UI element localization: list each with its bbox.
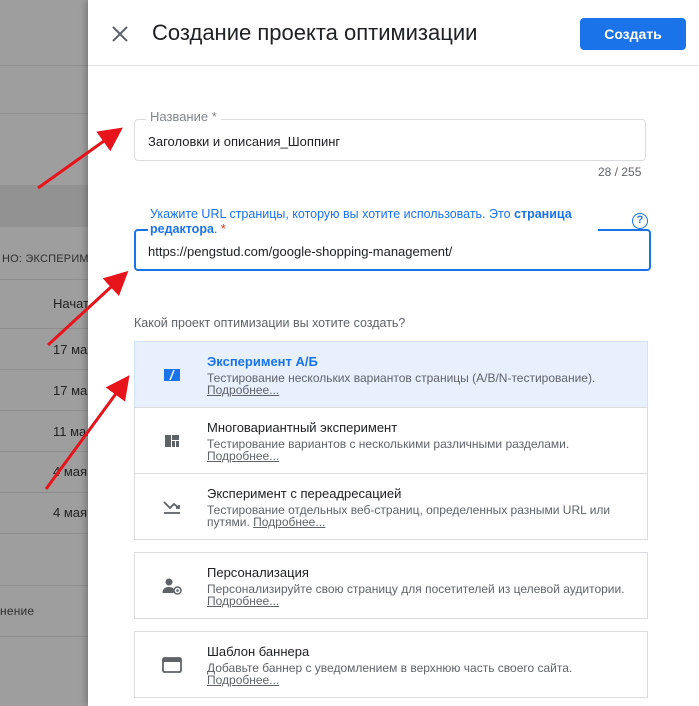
background-page: НО: ЭКСПЕРИМ Начат 17 мая 17 мая 11 мая … (0, 0, 100, 706)
option-title: Эксперимент с переадресацией (207, 486, 402, 501)
create-project-panel: Создание проекта оптимизации Создать Наз… (88, 0, 699, 706)
required-mark: * (220, 222, 226, 236)
close-icon (112, 26, 128, 42)
close-button[interactable] (108, 22, 132, 46)
redirect-icon (163, 501, 180, 514)
bg-row-date: 4 мая (53, 464, 88, 479)
bg-row-date: 4 мая (53, 505, 88, 520)
option-description: Добавьте баннер с уведомлением в верхнюю… (207, 661, 573, 687)
learn-more-link[interactable]: Подробнее... (207, 383, 279, 397)
create-button[interactable]: Создать (580, 18, 686, 50)
bg-bottom-label: нение (0, 604, 35, 618)
option-personalization[interactable]: Персонализация Персонализируйте свою стр… (134, 552, 648, 619)
name-input-value: Заголовки и описания_Шоппинг (148, 134, 341, 149)
grid-icon (165, 435, 179, 447)
banner-icon (162, 657, 182, 673)
url-field-label: Укажите URL страницы, которую вы хотите … (148, 207, 598, 237)
panel-header: Создание проекта оптимизации Создать (88, 0, 699, 66)
bg-section-label: НО: ЭКСПЕРИМ (2, 253, 89, 265)
person-icon (162, 578, 182, 595)
help-icon[interactable]: ? (632, 213, 648, 229)
page-title: Создание проекта оптимизации (152, 20, 478, 45)
option-redirect-experiment[interactable]: Эксперимент с переадресацией Тестировани… (134, 473, 648, 540)
ab-icon (164, 369, 180, 381)
option-title: Шаблон баннера (207, 644, 310, 659)
bg-column-header: Начат (53, 296, 90, 311)
project-type-question: Какой проект оптимизации вы хотите созда… (134, 316, 406, 330)
name-field-label: Название * (146, 109, 221, 124)
option-title: Многовариантный эксперимент (207, 420, 398, 435)
option-title: Эксперимент А/Б (207, 354, 318, 369)
learn-more-link[interactable]: Подробнее... (207, 594, 279, 608)
option-ab-experiment[interactable]: Эксперимент А/Б Тестирование нескольких … (134, 341, 648, 408)
option-description: Тестирование нескольких вариантов страни… (207, 371, 596, 397)
char-counter: 28 / 255 (598, 165, 642, 179)
option-banner-template[interactable]: Шаблон баннера Добавьте баннер с уведомл… (134, 631, 648, 698)
option-description: Тестирование вариантов с несколькими раз… (207, 437, 570, 463)
option-multivariate-experiment[interactable]: Многовариантный эксперимент Тестирование… (134, 407, 648, 474)
editor-url-value: https://pengstud.com/google-shopping-man… (148, 244, 453, 259)
learn-more-link[interactable]: Подробнее... (207, 673, 279, 687)
option-title: Персонализация (207, 565, 309, 580)
learn-more-link[interactable]: Подробнее... (207, 449, 279, 463)
option-description: Персонализируйте свою страницу для посет… (207, 582, 625, 608)
option-description: Тестирование отдельных веб-страниц, опре… (207, 503, 611, 529)
learn-more-link[interactable]: Подробнее... (253, 515, 325, 529)
